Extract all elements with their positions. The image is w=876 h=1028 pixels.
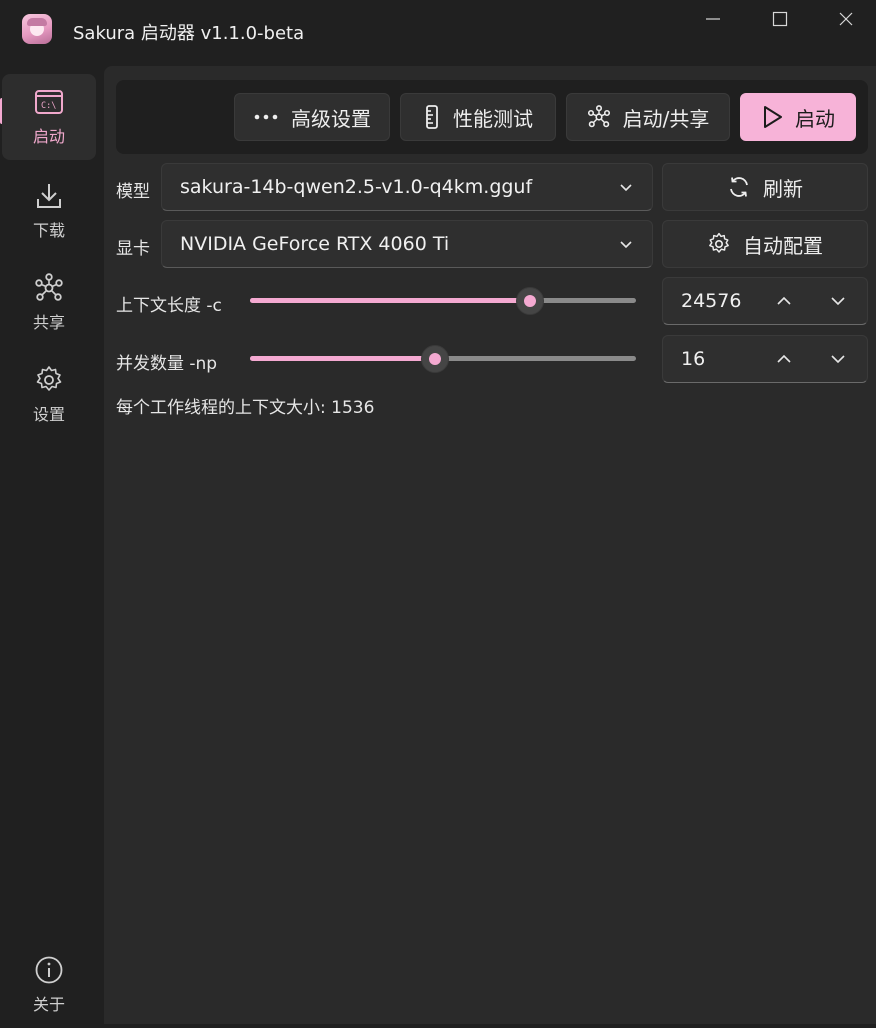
gpu-select[interactable]: NVIDIA GeForce RTX 4060 Ti (161, 220, 653, 268)
model-select[interactable]: sakura-14b-qwen2.5-v1.0-q4km.gguf (161, 163, 653, 211)
chevron-up-icon[interactable] (775, 350, 793, 368)
model-label: 模型 (116, 182, 150, 202)
benchmark-button[interactable]: 性能测试 (400, 93, 556, 141)
minimize-button[interactable] (683, 0, 743, 38)
sidebar-item-label: 共享 (32, 313, 65, 332)
context-length-slider[interactable] (250, 286, 636, 315)
info-icon (35, 956, 63, 984)
start-label: 启动 (795, 106, 835, 131)
chevron-down-icon[interactable] (829, 350, 847, 368)
refresh-icon (730, 177, 748, 197)
maximize-button[interactable] (750, 0, 810, 38)
sidebar-item-about[interactable]: 关于 (2, 942, 96, 1028)
svg-text:C:\: C:\ (41, 101, 56, 111)
more-icon (254, 114, 278, 120)
start-share-label: 启动/共享 (622, 106, 710, 131)
minimize-icon (706, 18, 720, 20)
gear-icon (36, 366, 62, 391)
chevron-down-icon[interactable] (829, 292, 847, 310)
slider-fill (250, 298, 530, 303)
benchmark-label: 性能测试 (453, 106, 533, 131)
start-share-button[interactable]: 启动/共享 (566, 93, 730, 141)
slider-fill (250, 356, 436, 361)
sidebar-item-label: 下载 (32, 221, 65, 240)
gpu-label: 显卡 (116, 239, 150, 259)
slider-thumb[interactable] (515, 287, 544, 315)
terminal-icon: C:\ (35, 90, 63, 114)
sidebar-item-launch[interactable]: C:\ 启动 (2, 74, 96, 160)
main-panel: 高级设置 性能测试 启动/共享 启动 模型 sakura-14b-qwen2.5… (104, 66, 876, 1024)
sidebar-item-label: 关于 (32, 995, 65, 1014)
app-title: Sakura 启动器 v1.1.0-beta (73, 23, 305, 44)
network-icon (35, 273, 63, 301)
gear-icon (709, 232, 729, 253)
refresh-label: 刷新 (763, 176, 803, 201)
model-select-value: sakura-14b-qwen2.5-v1.0-q4km.gguf (180, 176, 533, 198)
slider-thumb[interactable] (421, 345, 450, 373)
start-button[interactable]: 启动 (740, 93, 856, 141)
auto-config-label: 自动配置 (743, 233, 823, 258)
parallel-count-spinbox[interactable]: 16 (662, 335, 868, 383)
chevron-up-icon[interactable] (775, 292, 793, 310)
parallel-count-slider[interactable] (250, 344, 636, 373)
sidebar-item-label: 设置 (32, 405, 65, 424)
ruler-icon (426, 105, 438, 129)
sidebar-item-download[interactable]: 下载 (2, 168, 96, 254)
network-icon (587, 105, 610, 128)
maximize-icon (772, 11, 788, 27)
gpu-select-value: NVIDIA GeForce RTX 4060 Ti (180, 233, 450, 255)
per-thread-context-info: 每个工作线程的上下文大小: 1536 (116, 398, 375, 418)
close-button[interactable] (816, 0, 876, 38)
chevron-down-icon (620, 184, 632, 192)
context-length-label: 上下文长度 -c (116, 296, 222, 316)
parallel-count-label: 并发数量 -np (116, 354, 218, 374)
sidebar-item-share[interactable]: 共享 (2, 260, 96, 346)
advanced-settings-button[interactable]: 高级设置 (234, 93, 390, 141)
sidebar-item-settings[interactable]: 设置 (2, 352, 96, 438)
download-icon (37, 184, 61, 208)
context-length-value: 24576 (681, 290, 742, 312)
parallel-count-value: 16 (681, 348, 706, 370)
sidebar: C:\ 启动 下载 共享 设置 关于 (0, 62, 102, 1024)
toolbar: 高级设置 性能测试 启动/共享 启动 (116, 80, 868, 154)
play-icon (764, 106, 782, 128)
context-length-spinbox[interactable]: 24576 (662, 277, 868, 325)
advanced-settings-label: 高级设置 (291, 106, 371, 131)
app-logo (22, 14, 52, 44)
close-icon (839, 12, 853, 26)
chevron-down-icon (620, 241, 632, 249)
refresh-button[interactable]: 刷新 (662, 163, 868, 211)
title-bar: Sakura 启动器 v1.1.0-beta (0, 0, 876, 62)
auto-config-button[interactable]: 自动配置 (662, 220, 868, 268)
sidebar-item-label: 启动 (32, 127, 65, 146)
